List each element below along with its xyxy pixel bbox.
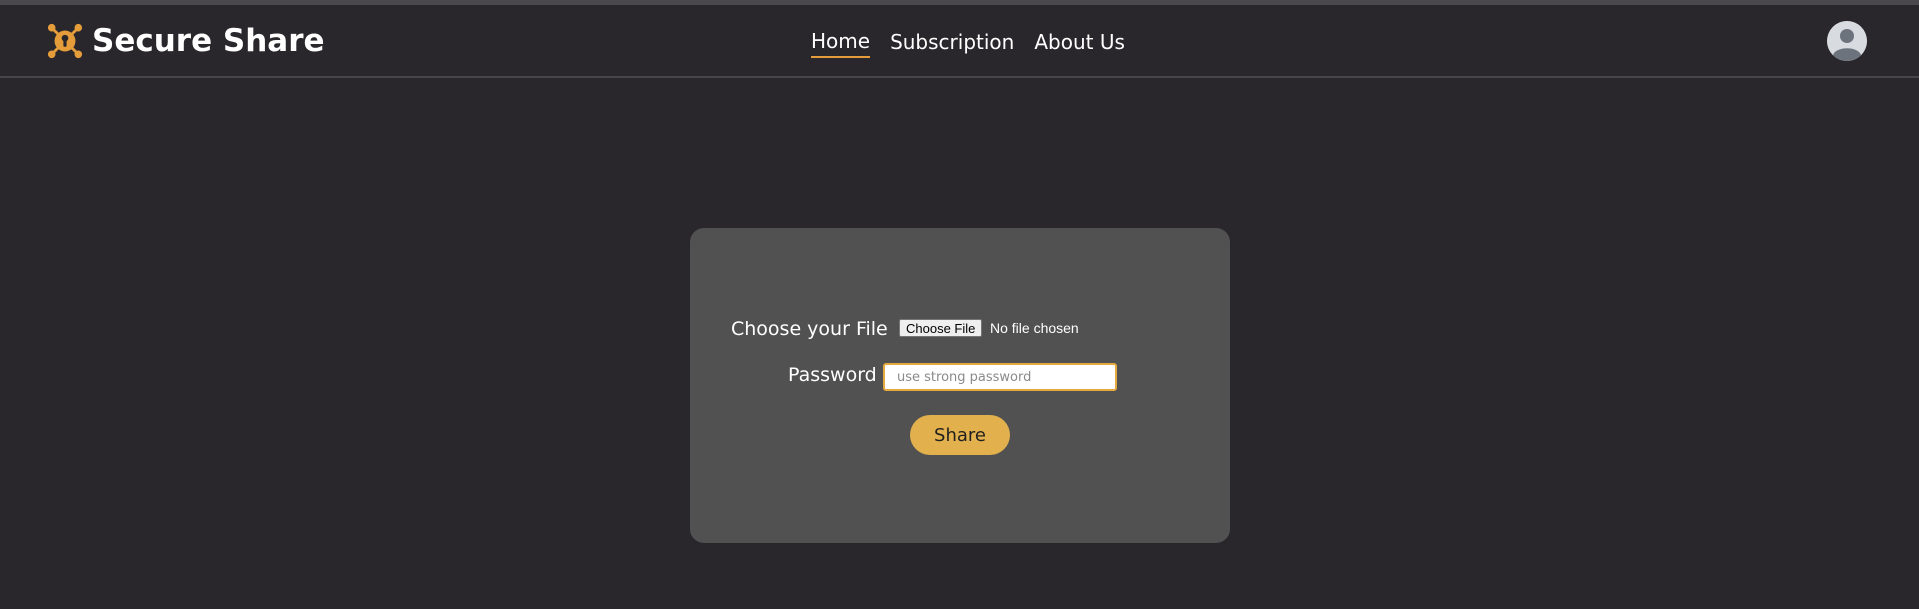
keyhole-network-icon bbox=[47, 23, 83, 59]
nav-about-us[interactable]: About Us bbox=[1034, 30, 1125, 57]
navbar: Secure Share Home Subscription About Us bbox=[0, 5, 1919, 78]
user-avatar-icon bbox=[1827, 21, 1867, 61]
brand-name: Secure Share bbox=[92, 23, 325, 59]
choose-file-button[interactable]: Choose File bbox=[899, 319, 983, 337]
file-label: Choose your File bbox=[731, 318, 888, 340]
brand[interactable]: Secure Share bbox=[46, 20, 325, 62]
main-nav: Home Subscription About Us bbox=[811, 29, 1125, 58]
password-input[interactable] bbox=[883, 363, 1117, 391]
password-label: Password bbox=[788, 364, 877, 386]
share-button[interactable]: Share bbox=[910, 415, 1010, 455]
share-form-card: Choose your File Choose File No file cho… bbox=[690, 228, 1230, 543]
user-avatar-button[interactable] bbox=[1827, 21, 1867, 61]
file-status-text: No file chosen bbox=[990, 320, 1079, 336]
nav-home[interactable]: Home bbox=[811, 29, 871, 58]
nav-subscription[interactable]: Subscription bbox=[890, 30, 1014, 57]
